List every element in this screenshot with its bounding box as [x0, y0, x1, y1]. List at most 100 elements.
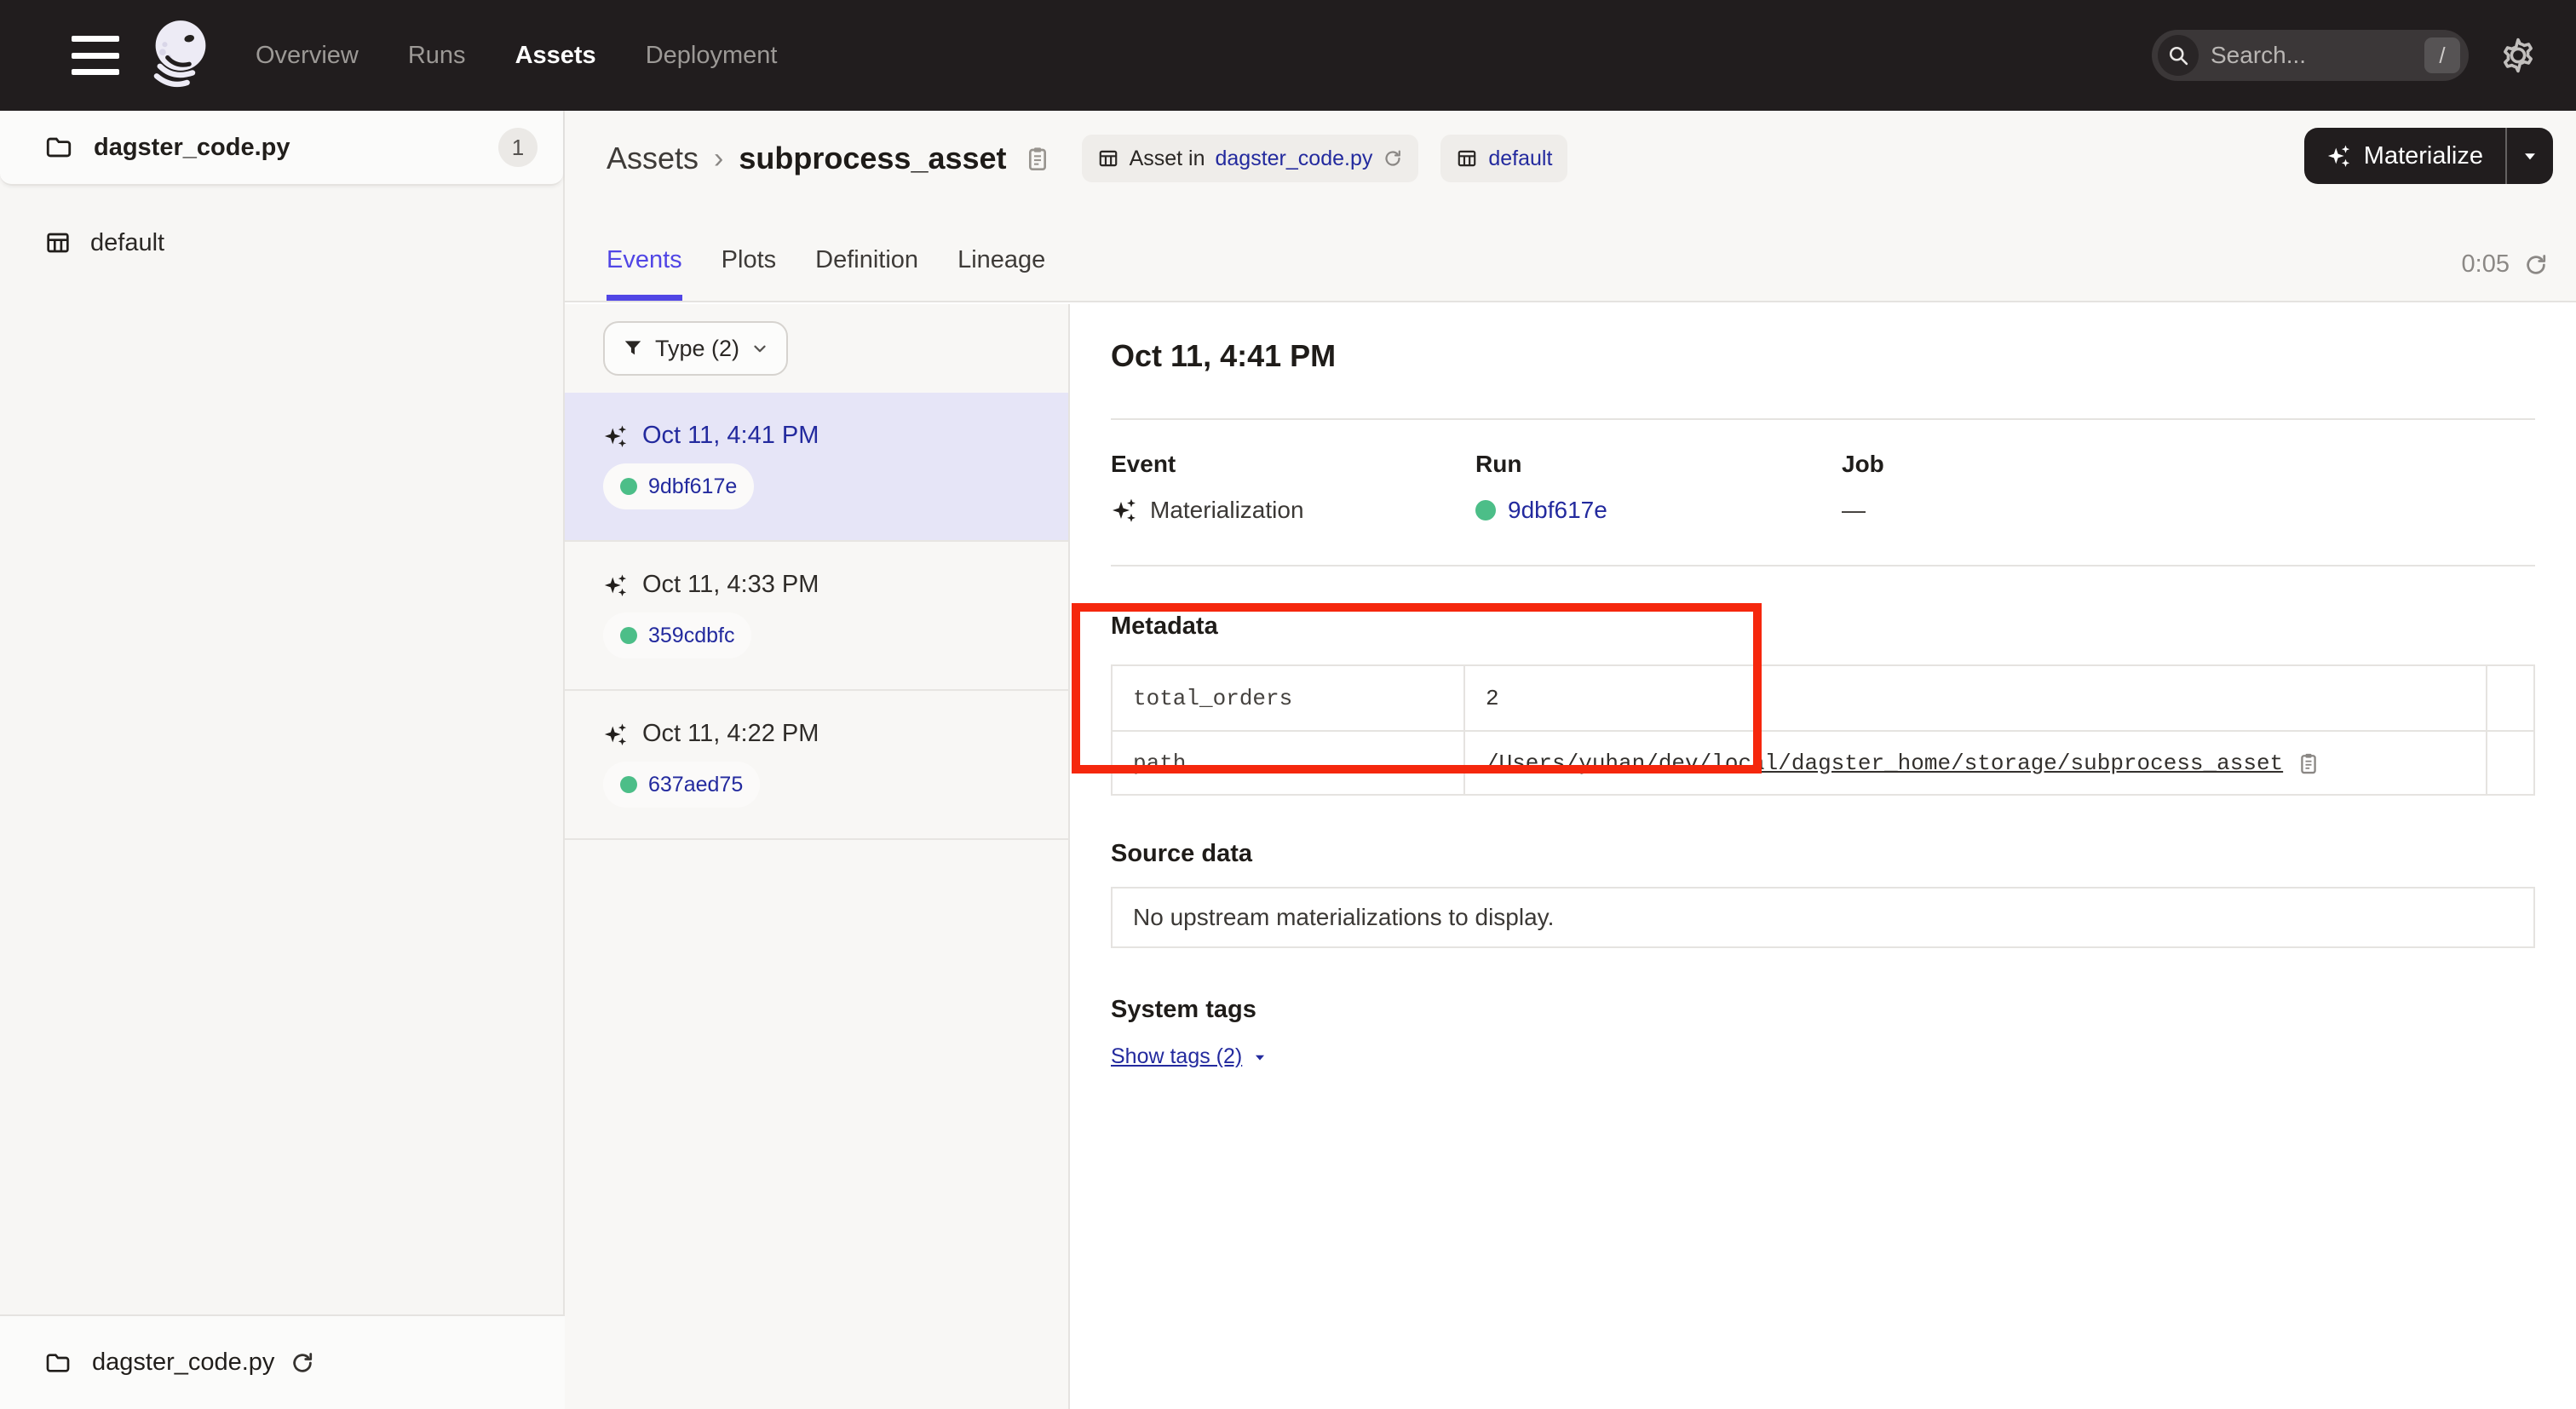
refresh-timer: 0:05 — [2462, 250, 2549, 279]
show-tags-toggle[interactable]: Show tags (2) — [1111, 1044, 1269, 1069]
run-chip[interactable]: 637aed75 — [603, 762, 760, 808]
metadata-key: path — [1133, 751, 1186, 776]
caret-down-icon — [1251, 1048, 1269, 1067]
folder-icon — [44, 1349, 72, 1377]
materialize-button[interactable]: Materialize — [2304, 128, 2505, 184]
nav-item-deployment[interactable]: Deployment — [646, 42, 778, 70]
asset-tabs: Events Plots Definition Lineage — [607, 246, 1045, 301]
event-column-label: Event — [1111, 451, 1475, 478]
timer-value: 0:05 — [2462, 250, 2510, 279]
sidebar-footer: dagster_code.py — [0, 1314, 565, 1409]
folder-icon — [44, 133, 73, 162]
nav-item-runs[interactable]: Runs — [408, 42, 466, 70]
tab-plots[interactable]: Plots — [722, 246, 776, 301]
search-icon — [2158, 35, 2199, 76]
sidebar: dagster_code.py 1 default dagster_code.p… — [0, 111, 565, 1409]
materialize-dropdown-button[interactable] — [2505, 128, 2553, 184]
run-id-link: 9dbf617e — [648, 474, 737, 499]
primary-nav: Overview Runs Assets Deployment — [256, 42, 777, 70]
event-list-panel: Type (2) Oct 11, 4:41 PM 9dbf617e Oct 11… — [565, 304, 1070, 1409]
asset-location-tag: Asset in dagster_code.py — [1082, 135, 1419, 182]
run-status-dot — [1475, 500, 1496, 520]
metadata-table: total_orders 2 path /Users/yuhan/dev/loc… — [1111, 664, 2535, 796]
run-id-link: 637aed75 — [648, 773, 743, 797]
search-input[interactable] — [2211, 42, 2424, 69]
search-shortcut-badge: / — [2424, 37, 2460, 73]
settings-gear-icon[interactable] — [2498, 35, 2539, 76]
tab-definition[interactable]: Definition — [815, 246, 918, 301]
tab-events[interactable]: Events — [607, 246, 682, 301]
metadata-key: total_orders — [1133, 686, 1292, 711]
tab-lineage[interactable]: Lineage — [957, 246, 1045, 301]
event-date: Oct 11, 4:41 PM — [642, 422, 819, 450]
materialization-sparkle-icon — [1111, 497, 1138, 524]
run-column-label: Run — [1475, 451, 1842, 478]
copy-path-icon[interactable] — [2297, 751, 2320, 775]
nav-item-assets[interactable]: Assets — [515, 42, 596, 70]
dagster-logo[interactable] — [143, 16, 218, 95]
system-tags-heading: System tags — [1111, 996, 2535, 1024]
metadata-heading: Metadata — [1111, 612, 2535, 641]
job-column-label: Job — [1842, 451, 2208, 478]
job-empty-value: — — [1842, 497, 1866, 524]
page-title: subprocess_asset — [739, 141, 1006, 176]
menu-icon[interactable] — [72, 36, 119, 75]
search-bar[interactable]: / — [2152, 30, 2469, 81]
group-label: default — [90, 229, 164, 257]
event-date: Oct 11, 4:33 PM — [642, 571, 819, 599]
run-chip[interactable]: 9dbf617e — [603, 463, 754, 509]
nav-item-overview[interactable]: Overview — [256, 42, 359, 70]
breadcrumb-assets-link[interactable]: Assets — [607, 141, 699, 176]
copy-asset-name-icon[interactable] — [1024, 145, 1051, 172]
asset-group-icon — [1456, 147, 1478, 170]
run-id-link: 359cdbfc — [648, 624, 734, 648]
event-detail-panel: Oct 11, 4:41 PM Event Materialization Ru… — [1072, 304, 2576, 1409]
event-list-item[interactable]: Oct 11, 4:33 PM 359cdbfc — [565, 542, 1068, 691]
chevron-down-icon — [750, 339, 769, 358]
source-data-empty-text: No upstream materializations to display. — [1133, 904, 1554, 931]
repo-label: dagster_code.py — [94, 134, 498, 162]
run-chip[interactable]: 359cdbfc — [603, 612, 751, 658]
funnel-icon — [622, 337, 644, 359]
table-row: path /Users/yuhan/dev/local/dagster_home… — [1113, 730, 2533, 794]
refresh-icon[interactable] — [2523, 252, 2549, 278]
table-row: total_orders 2 — [1113, 666, 2533, 730]
filter-label: Type (2) — [655, 336, 739, 362]
sidebar-item-repo[interactable]: dagster_code.py 1 — [0, 111, 563, 186]
reload-icon[interactable] — [290, 1350, 315, 1376]
run-status-dot — [620, 776, 637, 793]
run-id-link[interactable]: 9dbf617e — [1508, 497, 1607, 524]
metadata-path-link[interactable]: /Users/yuhan/dev/local/dagster_home/stor… — [1486, 751, 2283, 776]
run-status-dot — [620, 627, 637, 644]
caret-down-icon — [2519, 145, 2541, 167]
event-type-value: Materialization — [1150, 497, 1304, 524]
materialization-sparkle-icon — [603, 722, 629, 747]
sidebar-item-default-group[interactable]: default — [0, 210, 563, 276]
reload-location-icon[interactable] — [1383, 148, 1403, 169]
event-list-item[interactable]: Oct 11, 4:41 PM 9dbf617e — [565, 393, 1068, 542]
asset-group-tag: default — [1440, 135, 1567, 182]
top-nav: Overview Runs Assets Deployment / — [0, 0, 2576, 111]
breadcrumb: Assets › subprocess_asset Asset in dagst… — [607, 135, 1567, 182]
asset-grid-icon — [1097, 147, 1119, 170]
type-filter-button[interactable]: Type (2) — [603, 321, 788, 376]
materialization-sparkle-icon — [603, 423, 629, 449]
materialize-split-button: Materialize — [2304, 128, 2553, 184]
materialize-label: Materialize — [2364, 142, 2483, 170]
repo-count-badge: 1 — [498, 128, 538, 167]
footer-repo-label: dagster_code.py — [92, 1349, 274, 1377]
event-date: Oct 11, 4:22 PM — [642, 720, 819, 748]
materialization-sparkle-icon — [603, 572, 629, 598]
show-tags-label: Show tags (2) — [1111, 1044, 1242, 1069]
sparkle-icon — [2326, 143, 2352, 169]
code-location-link[interactable]: dagster_code.py — [1216, 147, 1373, 171]
asset-group-icon — [44, 229, 72, 256]
group-link[interactable]: default — [1488, 147, 1552, 171]
metadata-value: 2 — [1486, 686, 1499, 711]
event-list-item[interactable]: Oct 11, 4:22 PM 637aed75 — [565, 691, 1068, 840]
event-detail-title: Oct 11, 4:41 PM — [1111, 338, 2535, 374]
tag-prefix: Asset in — [1130, 147, 1205, 171]
run-status-dot — [620, 478, 637, 495]
source-data-box: No upstream materializations to display. — [1111, 887, 2535, 948]
breadcrumb-separator: › — [714, 142, 723, 175]
